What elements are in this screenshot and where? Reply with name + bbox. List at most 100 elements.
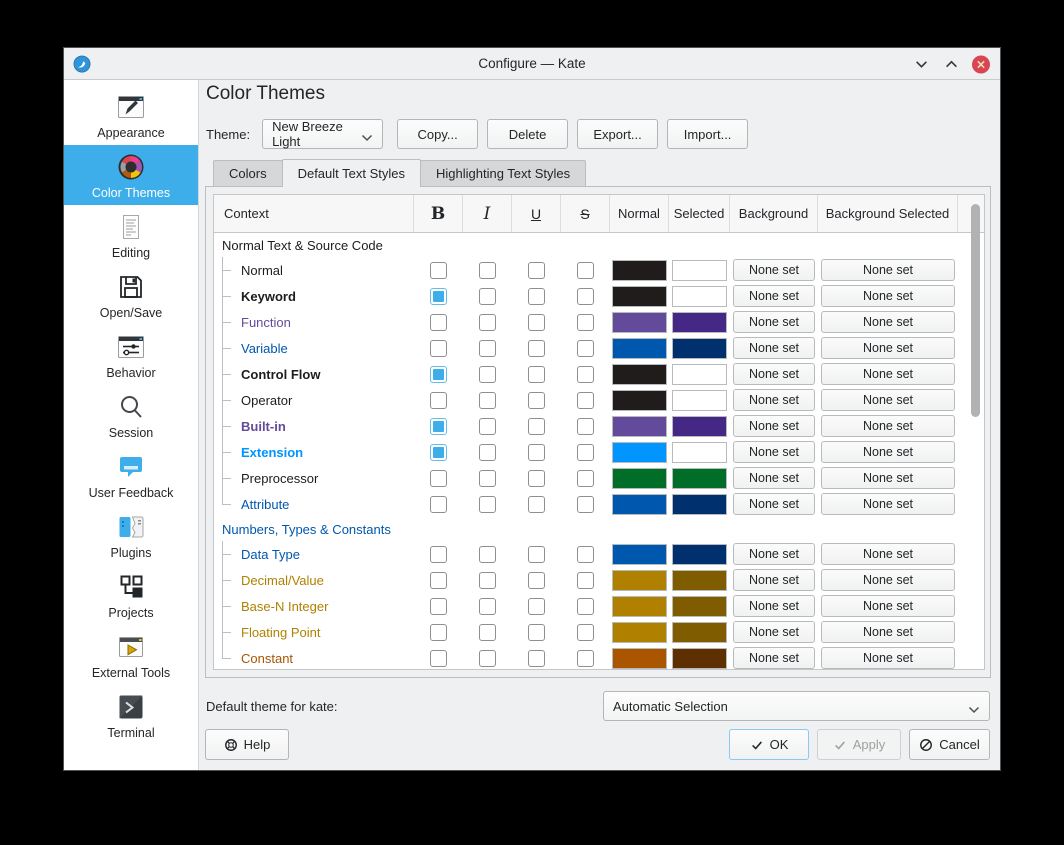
italic-checkbox[interactable] [479, 314, 496, 331]
selected-color-swatch[interactable] [672, 338, 727, 359]
italic-checkbox[interactable] [479, 546, 496, 563]
copy-button[interactable]: Copy... [397, 119, 478, 149]
titlebar[interactable]: Configure — Kate [64, 48, 1000, 80]
normal-color-swatch[interactable] [612, 416, 667, 437]
delete-button[interactable]: Delete [487, 119, 568, 149]
bold-checkbox[interactable] [430, 496, 447, 513]
background-selected-none-set-button[interactable]: None set [821, 389, 955, 411]
bold-checkbox[interactable] [430, 262, 447, 279]
selected-color-swatch[interactable] [672, 468, 727, 489]
underline-checkbox[interactable] [528, 262, 545, 279]
underline-checkbox[interactable] [528, 624, 545, 641]
italic-checkbox[interactable] [479, 624, 496, 641]
bold-checkbox[interactable] [430, 572, 447, 589]
bold-checkbox[interactable] [430, 340, 447, 357]
strikethrough-checkbox[interactable] [577, 392, 594, 409]
bold-checkbox[interactable] [430, 418, 447, 435]
maximize-button[interactable] [942, 55, 960, 73]
background-selected-none-set-button[interactable]: None set [821, 493, 955, 515]
background-selected-none-set-button[interactable]: None set [821, 363, 955, 385]
column-header-context[interactable]: Context [214, 195, 414, 232]
normal-color-swatch[interactable] [612, 286, 667, 307]
strikethrough-checkbox[interactable] [577, 572, 594, 589]
underline-checkbox[interactable] [528, 288, 545, 305]
strikethrough-checkbox[interactable] [577, 288, 594, 305]
strikethrough-checkbox[interactable] [577, 470, 594, 487]
table-scrollbar[interactable] [971, 204, 980, 417]
normal-color-swatch[interactable] [612, 596, 667, 617]
underline-checkbox[interactable] [528, 340, 545, 357]
selected-color-swatch[interactable] [672, 596, 727, 617]
help-button[interactable]: Help [205, 729, 289, 760]
background-none-set-button[interactable]: None set [733, 543, 815, 565]
background-none-set-button[interactable]: None set [733, 311, 815, 333]
underline-checkbox[interactable] [528, 572, 545, 589]
selected-color-swatch[interactable] [672, 286, 727, 307]
selected-color-swatch[interactable] [672, 544, 727, 565]
normal-color-swatch[interactable] [612, 544, 667, 565]
ok-button[interactable]: OK [729, 729, 809, 760]
background-none-set-button[interactable]: None set [733, 441, 815, 463]
column-header-b[interactable]: B [414, 195, 463, 232]
sidebar-item-projects[interactable]: Projects [64, 565, 198, 625]
selected-color-swatch[interactable] [672, 416, 727, 437]
background-none-set-button[interactable]: None set [733, 259, 815, 281]
tab-default-text-styles[interactable]: Default Text Styles [282, 159, 421, 187]
import-button[interactable]: Import... [667, 119, 748, 149]
bold-checkbox[interactable] [430, 598, 447, 615]
underline-checkbox[interactable] [528, 418, 545, 435]
underline-checkbox[interactable] [528, 314, 545, 331]
strikethrough-checkbox[interactable] [577, 496, 594, 513]
selected-color-swatch[interactable] [672, 364, 727, 385]
italic-checkbox[interactable] [479, 470, 496, 487]
italic-checkbox[interactable] [479, 650, 496, 667]
selected-color-swatch[interactable] [672, 260, 727, 281]
background-none-set-button[interactable]: None set [733, 569, 815, 591]
background-none-set-button[interactable]: None set [733, 363, 815, 385]
underline-checkbox[interactable] [528, 392, 545, 409]
background-none-set-button[interactable]: None set [733, 467, 815, 489]
underline-checkbox[interactable] [528, 470, 545, 487]
background-selected-none-set-button[interactable]: None set [821, 311, 955, 333]
selected-color-swatch[interactable] [672, 390, 727, 411]
sidebar-item-user-feedback[interactable]: User Feedback [64, 445, 198, 505]
background-none-set-button[interactable]: None set [733, 415, 815, 437]
bold-checkbox[interactable] [430, 650, 447, 667]
background-selected-none-set-button[interactable]: None set [821, 441, 955, 463]
column-header-normal[interactable]: Normal [610, 195, 669, 232]
italic-checkbox[interactable] [479, 572, 496, 589]
italic-checkbox[interactable] [479, 496, 496, 513]
normal-color-swatch[interactable] [612, 468, 667, 489]
background-none-set-button[interactable]: None set [733, 595, 815, 617]
strikethrough-checkbox[interactable] [577, 598, 594, 615]
background-selected-none-set-button[interactable]: None set [821, 467, 955, 489]
background-selected-none-set-button[interactable]: None set [821, 259, 955, 281]
normal-color-swatch[interactable] [612, 260, 667, 281]
background-selected-none-set-button[interactable]: None set [821, 595, 955, 617]
selected-color-swatch[interactable] [672, 312, 727, 333]
sidebar-item-color-themes[interactable]: Color Themes [64, 145, 198, 205]
background-selected-none-set-button[interactable]: None set [821, 543, 955, 565]
selected-color-swatch[interactable] [672, 622, 727, 643]
normal-color-swatch[interactable] [612, 338, 667, 359]
bold-checkbox[interactable] [430, 546, 447, 563]
column-header-i[interactable]: I [463, 195, 512, 232]
column-header-selected[interactable]: Selected [669, 195, 730, 232]
normal-color-swatch[interactable] [612, 648, 667, 669]
sidebar-item-behavior[interactable]: Behavior [64, 325, 198, 385]
strikethrough-checkbox[interactable] [577, 366, 594, 383]
column-header-background-selected[interactable]: Background Selected [818, 195, 958, 232]
minimize-button[interactable] [912, 55, 930, 73]
bold-checkbox[interactable] [430, 314, 447, 331]
theme-select[interactable]: New Breeze Light [262, 119, 383, 149]
background-selected-none-set-button[interactable]: None set [821, 647, 955, 669]
sidebar-item-appearance[interactable]: Appearance [64, 85, 198, 145]
background-none-set-button[interactable]: None set [733, 493, 815, 515]
background-none-set-button[interactable]: None set [733, 647, 815, 669]
column-header-u[interactable]: U [512, 195, 561, 232]
sidebar-item-open-save[interactable]: Open/Save [64, 265, 198, 325]
bold-checkbox[interactable] [430, 470, 447, 487]
sidebar-item-external-tools[interactable]: External Tools [64, 625, 198, 685]
export-button[interactable]: Export... [577, 119, 658, 149]
italic-checkbox[interactable] [479, 262, 496, 279]
